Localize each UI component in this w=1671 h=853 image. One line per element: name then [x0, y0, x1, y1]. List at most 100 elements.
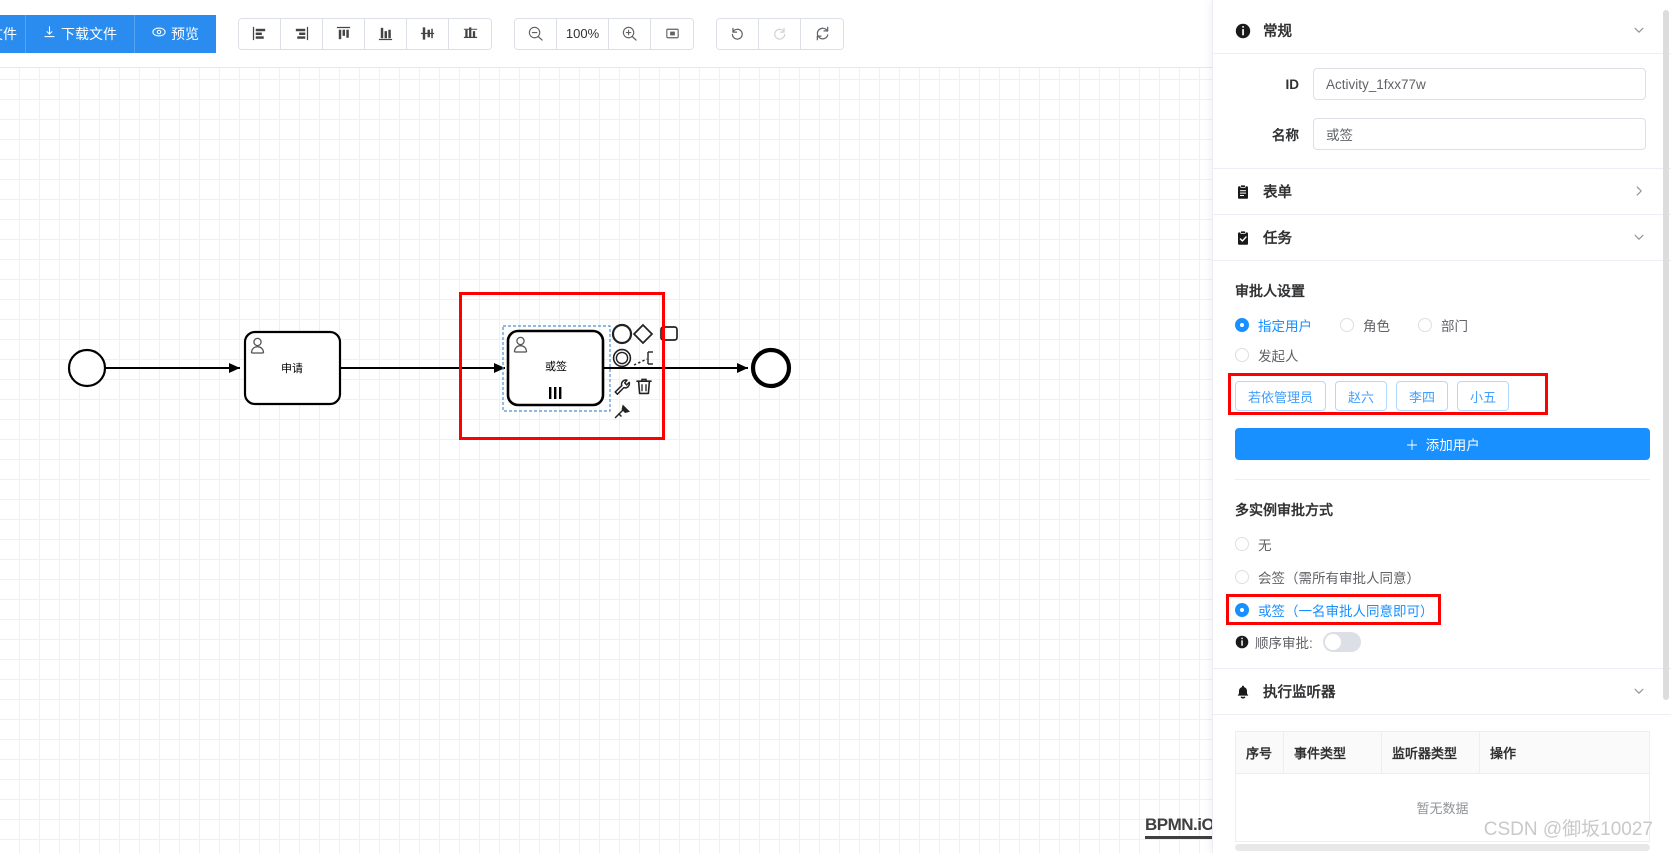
multi-instance-block: 多实例审批方式 无 会签（需所有审批人同意） 或签（一名审批人同意即可） 顺序审… [1213, 500, 1671, 652]
end-event-shape[interactable] [750, 347, 792, 389]
radio-dot [1235, 570, 1249, 584]
sequential-approval-toggle[interactable] [1322, 632, 1361, 652]
append-text-annotation-icon[interactable] [614, 404, 630, 419]
listener-table: 序号 事件类型 监听器类型 操作 暂无数据 [1235, 731, 1650, 842]
append-gateway-icon[interactable] [632, 323, 654, 345]
id-input[interactable] [1313, 68, 1646, 100]
section-title-execution-listener: 执行监听器 [1263, 685, 1336, 701]
zoom-in-button[interactable] [609, 18, 651, 49]
divider [1235, 479, 1650, 480]
section-title-task: 任务 [1263, 231, 1292, 247]
radio-label: 角色 [1363, 319, 1390, 334]
file-actions-group: 文件 下载文件 预览 [0, 14, 216, 53]
name-input[interactable] [1313, 118, 1646, 150]
task-apply-label: 申请 [281, 362, 303, 375]
listener-table-hscrollbar[interactable] [1235, 844, 1650, 851]
col-index: 序号 [1235, 731, 1284, 774]
user-tag-list: 若依管理员 赵六 李四 小五 [1235, 375, 1650, 415]
bpmn-canvas[interactable]: 申请 或签 BPMN.iO [0, 68, 1212, 853]
parallel-multi-instance-marker [549, 387, 562, 399]
align-right-icon[interactable] [281, 18, 323, 49]
zoom-out-button[interactable] [515, 18, 557, 49]
radio-department[interactable]: 部门 [1418, 315, 1468, 335]
plus-icon: ＋ [1405, 438, 1419, 453]
radio-none[interactable]: 无 [1235, 534, 1622, 554]
approver-type-radio-group: 指定用户 角色 部门 发起人 [1235, 315, 1650, 375]
approver-settings-title: 审批人设置 [1235, 283, 1305, 299]
radio-initiator[interactable]: 发起人 [1235, 345, 1622, 365]
field-row-name: 名称 [1213, 109, 1671, 164]
task-orsign-label: 或签 [545, 359, 567, 373]
append-end-event-icon[interactable] [611, 323, 633, 345]
section-header-task[interactable]: 任务 [1213, 215, 1671, 261]
preview-button[interactable]: 预览 [135, 14, 216, 53]
chevron-down-icon[interactable] [1632, 23, 1646, 39]
col-operation: 操作 [1479, 731, 1650, 774]
radio-orsign[interactable]: 或签（一名审批人同意即可） [1235, 600, 1434, 620]
radio-countersign[interactable]: 会签（需所有审批人同意） [1235, 567, 1622, 587]
fit-viewport-button[interactable] [651, 18, 693, 49]
radio-label: 指定用户 [1258, 319, 1312, 334]
align-center-vertical-icon[interactable] [449, 18, 491, 49]
eye-icon [152, 25, 166, 42]
zoom-tools-group: 100% [514, 17, 694, 50]
properties-panel: 常规 ID 名称 表单 [1212, 0, 1671, 853]
section-header-form[interactable]: 表单 [1213, 169, 1671, 215]
download-file-button[interactable]: 下载文件 [26, 14, 135, 53]
connect-icon[interactable] [633, 351, 653, 366]
radio-label: 或签（一名审批人同意即可） [1258, 604, 1434, 619]
radio-dot [1340, 318, 1354, 332]
context-pad [611, 323, 678, 419]
start-event-shape[interactable] [67, 348, 107, 388]
radio-role[interactable]: 角色 [1340, 315, 1390, 335]
user-tag[interactable]: 小五 [1457, 381, 1510, 411]
radio-label: 部门 [1441, 319, 1468, 334]
align-top-icon[interactable] [323, 18, 365, 49]
redo-button[interactable] [759, 18, 801, 49]
info-icon [1235, 23, 1255, 39]
section-header-execution-listener[interactable]: 执行监听器 [1213, 669, 1671, 715]
info-icon [1235, 635, 1249, 649]
zoom-level-display[interactable]: 100% [557, 18, 609, 49]
radio-specified-user[interactable]: 指定用户 [1235, 315, 1312, 335]
multi-instance-radio-group: 无 会签（需所有审批人同意） 或签（一名审批人同意即可） [1226, 534, 1650, 625]
user-tag[interactable]: 赵六 [1335, 381, 1388, 411]
radio-dot [1235, 318, 1249, 332]
section-header-general[interactable]: 常规 [1213, 8, 1671, 54]
chevron-right-icon[interactable] [1632, 184, 1646, 200]
add-user-label: 添加用户 [1425, 438, 1480, 453]
add-user-button[interactable]: ＋ 添加用户 [1235, 428, 1650, 460]
history-tools-group [716, 17, 844, 50]
approver-settings-block: 审批人设置 指定用户 角色 部门 发起人 若依管理员 赵六 李四 小五 ＋ 添加… [1213, 281, 1671, 460]
chevron-down-icon[interactable] [1632, 684, 1646, 700]
user-tag[interactable]: 李四 [1396, 381, 1449, 411]
table-header-row: 序号 事件类型 监听器类型 操作 [1235, 731, 1650, 774]
section-title-form: 表单 [1263, 185, 1292, 201]
file-button[interactable]: 文件 [0, 14, 26, 53]
bpmn-designer-app: 文件 下载文件 预览 [0, 0, 1671, 853]
wrench-icon[interactable] [614, 379, 631, 395]
bell-icon [1235, 684, 1255, 700]
col-event-type: 事件类型 [1283, 731, 1382, 774]
align-bottom-icon[interactable] [365, 18, 407, 49]
table-row-empty: 暂无数据 [1235, 773, 1650, 842]
radio-label: 发起人 [1258, 349, 1299, 364]
align-left-icon[interactable] [239, 18, 281, 49]
append-task-icon[interactable] [660, 326, 678, 341]
listener-table-wrap: 序号 事件类型 监听器类型 操作 暂无数据 ＋ 添 [1213, 731, 1671, 853]
label-name: 名称 [1272, 128, 1299, 143]
chevron-down-icon[interactable] [1632, 230, 1646, 246]
col-listener-type: 监听器类型 [1381, 731, 1480, 774]
radio-dot [1235, 537, 1249, 551]
download-file-label: 下载文件 [61, 25, 117, 42]
panel-scrollbar[interactable] [1663, 10, 1669, 700]
clipboard-icon [1235, 184, 1255, 200]
preview-label: 预览 [171, 25, 199, 42]
user-tag[interactable]: 若依管理员 [1235, 381, 1327, 411]
radio-dot [1235, 348, 1249, 362]
restore-button[interactable] [801, 18, 843, 49]
undo-button[interactable] [717, 18, 759, 49]
empty-text: 暂无数据 [1235, 773, 1650, 842]
align-center-horizontal-icon[interactable] [407, 18, 449, 49]
trash-icon[interactable] [636, 378, 652, 395]
